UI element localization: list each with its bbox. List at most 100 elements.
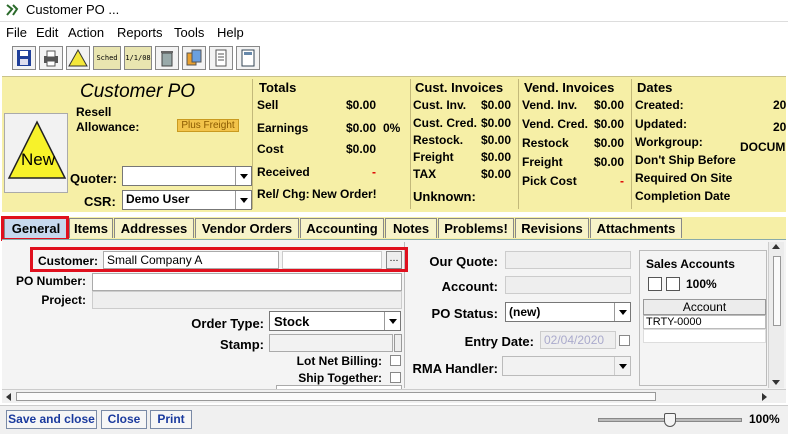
tab-items[interactable]: Items [69, 218, 113, 238]
schedule-button[interactable]: Sched [93, 46, 121, 70]
ship-together-checkbox[interactable] [390, 372, 401, 383]
bottom-bar: Save and close Close Print 100% [0, 405, 788, 434]
tab-problems[interactable]: Problems! [438, 218, 514, 238]
chevron-down-icon[interactable] [614, 357, 630, 375]
save-icon[interactable] [12, 46, 36, 70]
list-icon[interactable] [209, 46, 233, 70]
horizontal-scroll-thumb[interactable] [16, 392, 656, 401]
completion-date-label: Completion Date [635, 189, 731, 203]
stamp-spinner[interactable] [394, 334, 402, 352]
account-field[interactable] [505, 276, 631, 294]
trash-icon[interactable] [155, 46, 179, 70]
vertical-scrollbar[interactable] [768, 242, 784, 388]
restock-label: Restock. [413, 133, 464, 147]
documents-icon[interactable] [182, 46, 206, 70]
received-label: Received [257, 165, 310, 179]
cust-cred-value: $0.00 [481, 116, 512, 130]
scroll-right-icon[interactable] [762, 393, 767, 401]
tab-accounting[interactable]: Accounting [300, 218, 384, 238]
entry-date-checkbox[interactable] [619, 335, 630, 346]
horizontal-scrollbar[interactable] [2, 389, 786, 403]
tab-addresses[interactable]: Addresses [114, 218, 194, 238]
quoter-combo[interactable] [122, 166, 252, 186]
menu-bar: File Edit Action Reports Tools Help [0, 24, 788, 44]
separator [518, 79, 519, 209]
chevron-down-icon[interactable] [384, 312, 400, 330]
scroll-up-icon[interactable] [772, 244, 780, 249]
stamp-field[interactable] [269, 334, 393, 352]
vend-restock-value: $0.00 [594, 136, 625, 150]
add-account-icon[interactable] [648, 277, 662, 291]
resell-label: Resell [76, 105, 112, 119]
highlight-general-tab [1, 216, 69, 241]
totals-title: Totals [259, 80, 297, 95]
lot-net-billing-checkbox[interactable] [390, 355, 401, 366]
vend-freight-value: $0.00 [594, 155, 625, 169]
dont-ship-before-label: Don't Ship Before [635, 153, 736, 167]
vend-restock-label: Restock [522, 136, 569, 150]
scroll-down-icon[interactable] [772, 380, 780, 385]
cust-inv-label: Cust. Inv. [413, 98, 467, 112]
tab-revisions[interactable]: Revisions [515, 218, 589, 238]
tab-vendor-orders[interactable]: Vendor Orders [195, 218, 299, 238]
menu-help[interactable]: Help [217, 25, 244, 40]
tab-attachments[interactable]: Attachments [590, 218, 682, 238]
received-value: - [372, 165, 376, 179]
entry-date-field[interactable]: 02/04/2020 [540, 331, 616, 349]
zoom-slider[interactable] [598, 413, 742, 427]
sales-accounts-group: Sales Accounts 100% Account TRTY-0000 [639, 250, 767, 386]
our-quote-label: Our Quote: [429, 254, 498, 269]
tab-notes[interactable]: Notes [385, 218, 437, 238]
sell-label: Sell [257, 98, 279, 112]
vend-invoices-title: Vend. Invoices [524, 80, 615, 95]
menu-file[interactable]: File [6, 25, 27, 40]
print-button[interactable]: Print [150, 410, 192, 429]
date-button[interactable]: 1/1/08 [124, 46, 152, 70]
printer-icon[interactable] [39, 46, 63, 70]
cost-value: $0.00 [346, 142, 377, 156]
status-badge: New [20, 150, 55, 169]
csr-combo[interactable]: Demo User [122, 190, 252, 210]
project-field[interactable] [92, 291, 402, 309]
close-button[interactable]: Close [101, 410, 147, 429]
save-and-close-button[interactable]: Save and close [6, 410, 97, 429]
quoter-label: Quoter: [70, 171, 117, 186]
workgroup-value: DOCUM [740, 140, 786, 154]
order-header: New Customer PO Resell Allowance: Plus F… [2, 76, 786, 212]
title-bar: Customer PO ... [0, 0, 788, 22]
po-status-combo[interactable]: (new) [505, 302, 631, 322]
rma-handler-combo[interactable] [502, 356, 631, 376]
table-row-empty [643, 329, 766, 343]
scroll-thumb[interactable] [773, 256, 781, 326]
edit-account-icon[interactable] [666, 277, 680, 291]
chevron-down-icon[interactable] [614, 303, 630, 321]
zoom-slider-thumb[interactable] [664, 413, 676, 427]
order-type-combo[interactable]: Stock [269, 311, 401, 331]
lot-net-billing-label: Lot Net Billing: [296, 354, 382, 368]
project-label: Project: [41, 293, 86, 307]
our-quote-field[interactable] [505, 251, 631, 269]
scroll-left-icon[interactable] [6, 393, 11, 401]
menu-edit[interactable]: Edit [36, 25, 58, 40]
tax-value: $0.00 [481, 167, 512, 181]
earnings-value: $0.00 [346, 121, 377, 135]
account-column-header[interactable]: Account [643, 299, 766, 315]
pick-cost-value: - [620, 174, 624, 188]
zoom-percent: 100% [749, 412, 780, 426]
menu-action[interactable]: Action [68, 25, 104, 40]
warning-triangle-icon[interactable] [66, 46, 90, 70]
po-number-label: PO Number: [15, 274, 86, 288]
po-number-field[interactable] [92, 273, 402, 291]
document-icon[interactable] [236, 46, 260, 70]
cust-cred-label: Cust. Cred. [413, 116, 478, 130]
menu-tools[interactable]: Tools [174, 25, 204, 40]
chevron-down-icon[interactable] [235, 191, 251, 209]
window-title: Customer PO ... [26, 2, 120, 17]
menu-reports[interactable]: Reports [117, 25, 163, 40]
rel-chg-label: Rel/ Chg: [257, 187, 310, 201]
po-status-label: PO Status: [431, 306, 498, 321]
chevron-down-icon[interactable] [235, 167, 251, 185]
app-icon [5, 3, 19, 17]
table-row[interactable]: TRTY-0000 [643, 315, 766, 329]
plus-freight-badge[interactable]: Plus Freight [177, 119, 239, 132]
